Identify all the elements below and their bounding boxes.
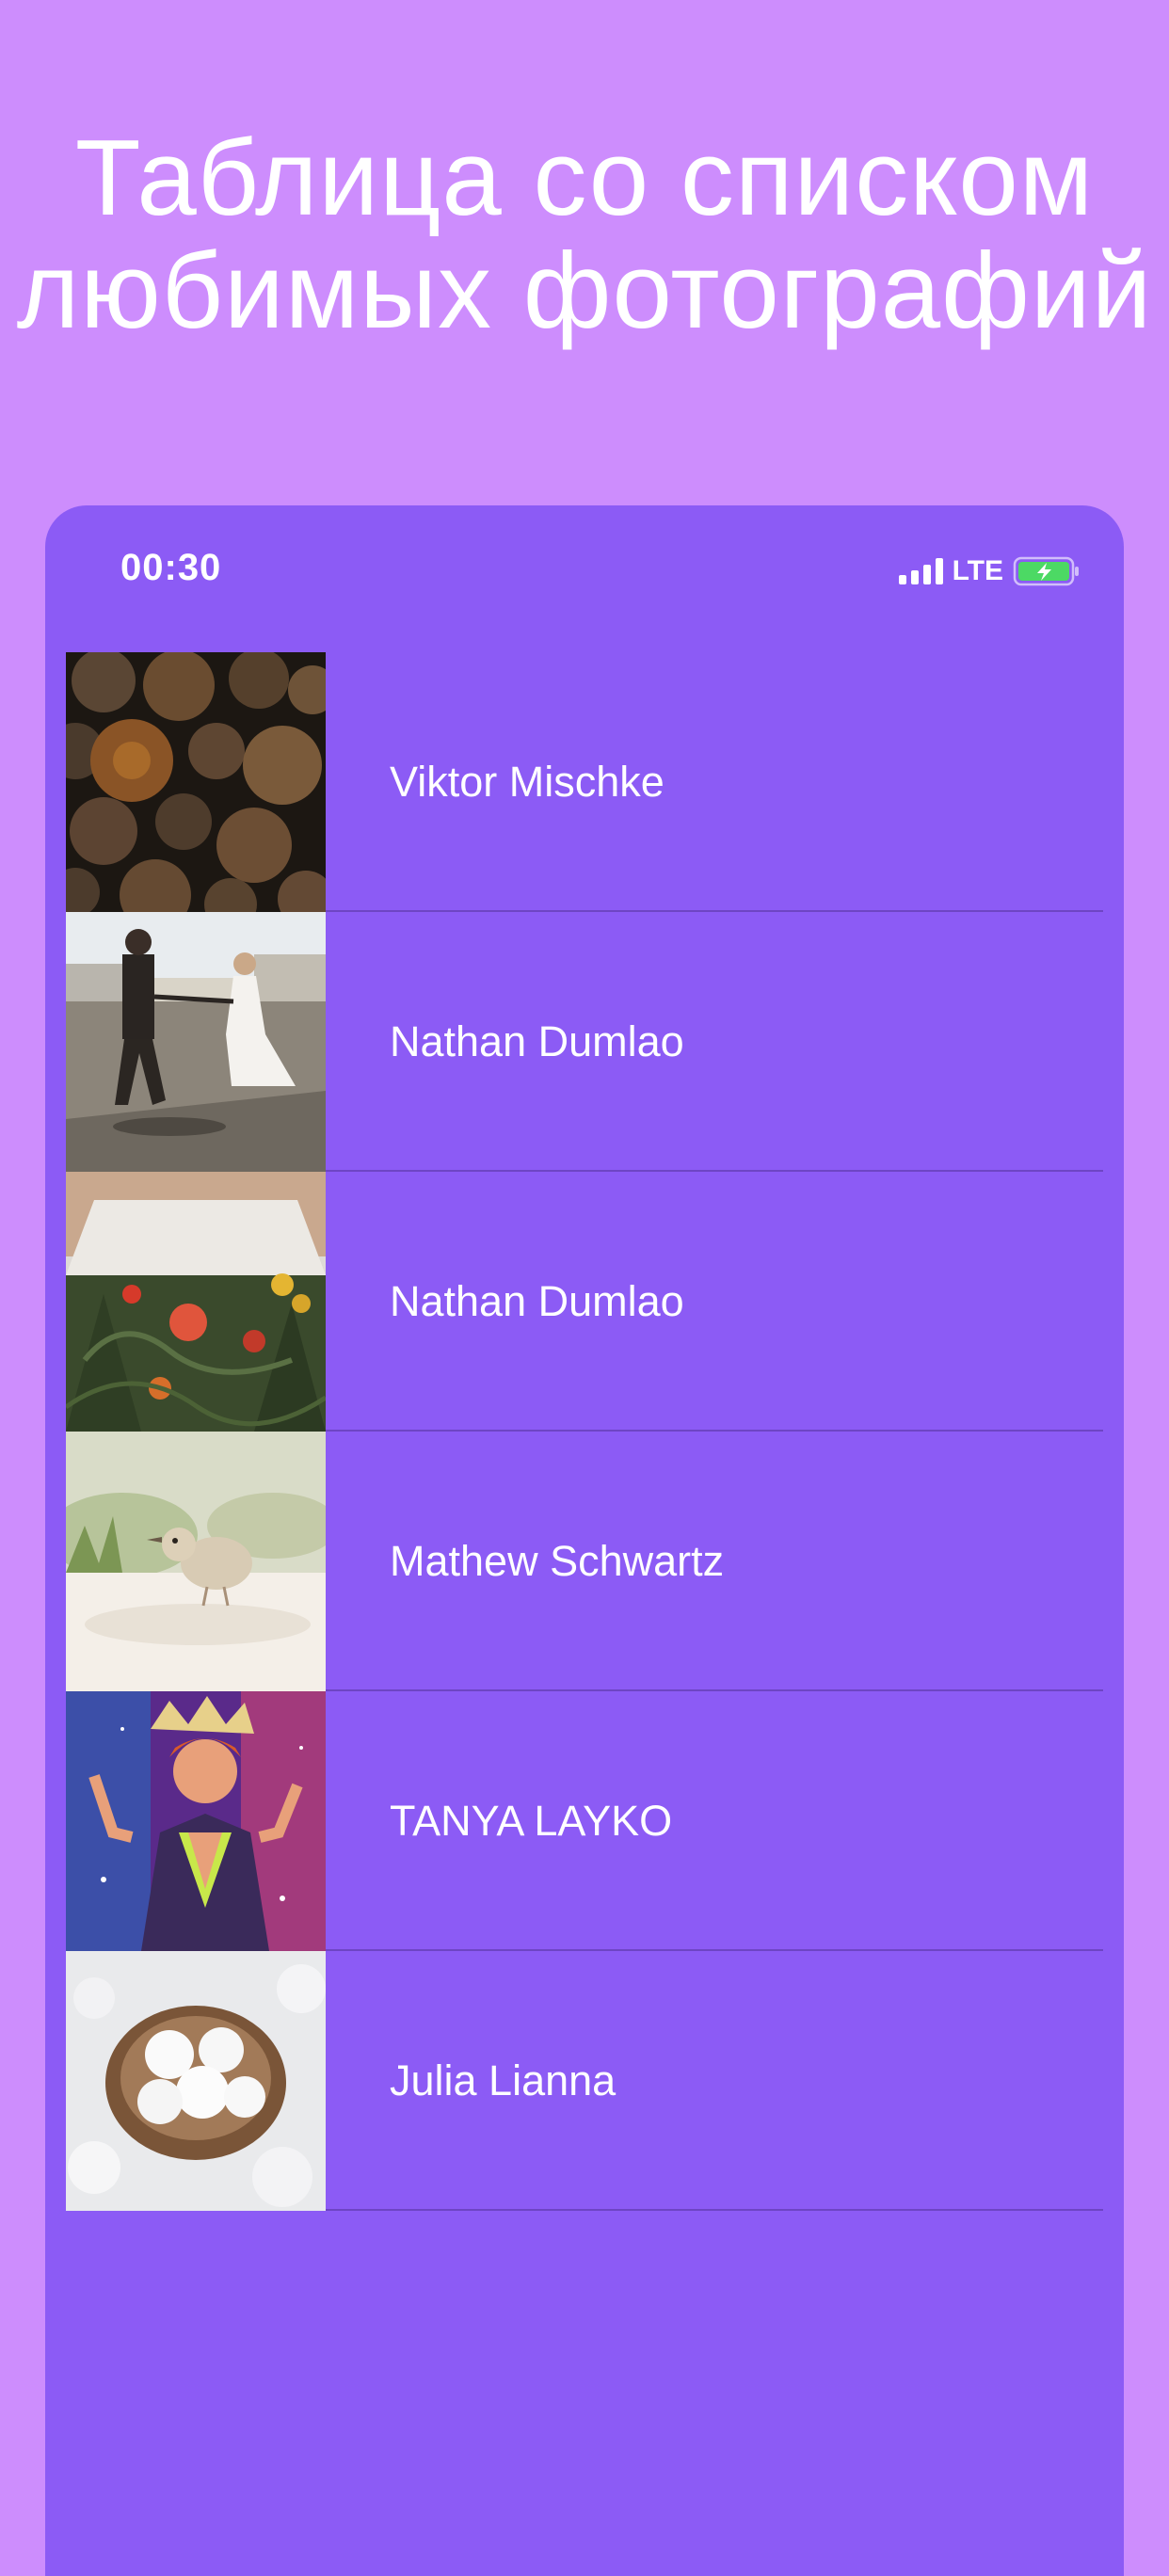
wedding-couple-walking-photo <box>66 912 326 1172</box>
status-indicators: LTE <box>898 554 1081 588</box>
network-type: LTE <box>952 555 1003 586</box>
phone-screen: 00:30 LTE Viktor Mischke Nathan Dumlao N… <box>45 505 1124 2576</box>
list-item[interactable]: Mathew Schwartz <box>66 1432 1103 1691</box>
bird-chick-photo <box>66 1432 326 1691</box>
author-name: Mathew Schwartz <box>390 1537 725 1585</box>
glitter-portrait-photo <box>66 1691 326 1951</box>
coconut-sweets-nest-photo <box>66 1951 326 2211</box>
stacked-logs-photo <box>66 652 326 912</box>
author-name: Viktor Mischke <box>390 758 665 806</box>
author-name: Nathan Dumlao <box>390 1277 684 1325</box>
list-item[interactable]: Nathan Dumlao <box>66 1172 1103 1432</box>
bridal-bouquet-photo <box>66 1172 326 1432</box>
headline-line-2: любимых фотографий <box>16 232 1153 351</box>
row-separator <box>326 2209 1103 2211</box>
headline-line-1: Таблица со списком <box>74 119 1095 238</box>
list-item[interactable]: Julia Lianna <box>66 1951 1103 2211</box>
author-name: Julia Lianna <box>390 2056 617 2104</box>
author-name: Nathan Dumlao <box>390 1017 684 1065</box>
list-item[interactable]: Viktor Mischke <box>66 652 1103 912</box>
list-item[interactable]: Nathan Dumlao <box>66 912 1103 1172</box>
status-bar: 00:30 LTE <box>45 505 1124 637</box>
signal-strength-icon <box>898 558 943 584</box>
page-headline: Таблица со списком любимых фотографий <box>0 122 1169 348</box>
list-item[interactable]: TANYA LAYKO <box>66 1691 1103 1951</box>
author-name: TANYA LAYKO <box>390 1797 673 1845</box>
status-time: 00:30 <box>120 547 222 588</box>
photo-list[interactable]: Viktor Mischke Nathan Dumlao Nathan Duml… <box>66 652 1103 2211</box>
battery-charging-icon <box>1013 556 1079 586</box>
